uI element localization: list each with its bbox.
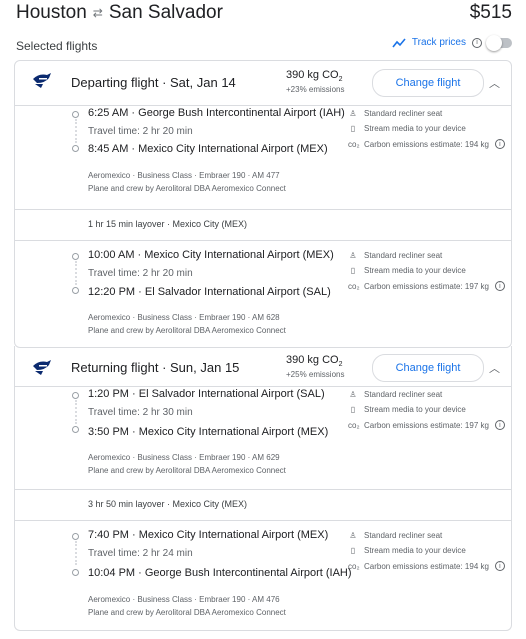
collapse-chevron-icon[interactable]: ︿ <box>489 360 500 376</box>
operator-info: Plane and crew by Aerolitoral DBA Aerome… <box>88 326 286 335</box>
amenity-emissions: co₂ Carbon emissions estimate: 197 kg i <box>348 420 505 430</box>
arrival-row: 8:45 AM · Mexico City International Airp… <box>88 143 328 155</box>
seat-icon: ♙ <box>349 251 357 260</box>
phone-icon: ▯ <box>350 124 356 133</box>
airline-info: Aeromexico · Business Class · Embraer 19… <box>88 171 280 180</box>
amenity-seat: ♙ Standard recliner seat <box>349 531 443 540</box>
airline-info: Aeromexico · Business Class · Embraer 19… <box>88 453 280 462</box>
layover-row: 1 hr 15 min layover · Mexico City (MEX) <box>15 209 511 241</box>
departing-header[interactable]: Departing flight · Sat, Jan 14 390 kg CO… <box>15 61 511 106</box>
seat-icon: ♙ <box>349 109 357 118</box>
trend-icon <box>392 37 406 47</box>
flight-segment: 10:00 AM · Mexico City International Air… <box>15 239 511 347</box>
amenity-emissions: co₂ Carbon emissions estimate: 194 kg i <box>348 139 505 149</box>
info-icon[interactable]: i <box>494 420 505 430</box>
arrival-dot <box>72 145 79 152</box>
seat-icon: ♙ <box>349 390 357 399</box>
flight-segment: 1:20 PM · El Salvador International Airp… <box>15 386 511 489</box>
travel-time: Travel time: 2 hr 24 min <box>88 548 193 559</box>
route-line <box>75 119 77 143</box>
change-returning-flight-button[interactable]: Change flight <box>372 354 484 382</box>
operator-info: Plane and crew by Aerolitoral DBA Aerome… <box>88 608 286 617</box>
departure-row: 6:25 AM · George Bush Intercontinental A… <box>88 107 345 119</box>
departure-dot <box>72 111 79 118</box>
total-price: $515 <box>469 2 512 23</box>
phone-icon: ▯ <box>350 546 356 555</box>
co2-icon: co₂ <box>348 561 360 571</box>
destination-city: San Salvador <box>108 2 223 23</box>
swap-arrows-icon: ⇄ <box>92 6 103 20</box>
phone-icon: ▯ <box>350 405 356 414</box>
amenity-media: ▯ Stream media to your device <box>348 546 466 555</box>
amenity-seat: ♙ Standard recliner seat <box>349 251 443 260</box>
arrival-row: 3:50 PM · Mexico City International Airp… <box>88 426 329 438</box>
info-icon[interactable]: i <box>494 281 505 291</box>
amenity-seat: ♙ Standard recliner seat <box>349 390 443 399</box>
amenity-emissions: co₂ Carbon emissions estimate: 197 kg i <box>348 281 505 291</box>
selected-flights-heading: Selected flights <box>16 39 98 53</box>
departing-flight-card: Departing flight · Sat, Jan 14 390 kg CO… <box>14 60 512 348</box>
airline-info: Aeromexico · Business Class · Embraer 19… <box>88 313 280 322</box>
departing-title: Departing flight · Sat, Jan 14 <box>71 75 236 90</box>
amenity-media: ▯ Stream media to your device <box>348 266 466 275</box>
returning-header[interactable]: Returning flight · Sun, Jan 15 390 kg CO… <box>15 346 511 387</box>
operator-info: Plane and crew by Aerolitoral DBA Aerome… <box>88 184 286 193</box>
operator-info: Plane and crew by Aerolitoral DBA Aerome… <box>88 466 286 475</box>
seat-icon: ♙ <box>349 531 357 540</box>
change-departing-flight-button[interactable]: Change flight <box>372 69 484 97</box>
travel-time: Travel time: 2 hr 30 min <box>88 407 193 418</box>
co2-icon: co₂ <box>348 281 360 291</box>
departure-dot <box>72 253 79 260</box>
flight-segment: 7:40 PM · Mexico City International Airp… <box>15 519 511 630</box>
amenity-emissions: co₂ Carbon emissions estimate: 194 kg i <box>348 561 505 571</box>
track-prices[interactable]: Track prices i <box>392 34 512 51</box>
departure-dot <box>72 392 79 399</box>
departure-row: 7:40 PM · Mexico City International Airp… <box>88 529 329 541</box>
travel-time: Travel time: 2 hr 20 min <box>88 268 193 279</box>
flight-segment: 6:25 AM · George Bush Intercontinental A… <box>15 105 511 209</box>
co2-icon: co₂ <box>348 139 360 149</box>
info-icon[interactable]: i <box>494 561 505 571</box>
returning-flight-card: Returning flight · Sun, Jan 15 390 kg CO… <box>14 346 512 631</box>
route-line <box>75 541 77 565</box>
route-title: Houston ⇄ San Salvador <box>16 2 223 24</box>
collapse-chevron-icon[interactable]: ︿ <box>489 75 500 91</box>
arrival-dot <box>72 287 79 294</box>
amenity-media: ▯ Stream media to your device <box>348 405 466 414</box>
layover-row: 3 hr 50 min layover · Mexico City (MEX) <box>15 489 511 521</box>
track-prices-label[interactable]: Track prices <box>412 37 466 48</box>
aeromexico-logo-icon <box>33 73 51 88</box>
route-line <box>75 261 77 285</box>
departure-row: 1:20 PM · El Salvador International Airp… <box>88 388 325 400</box>
phone-icon: ▯ <box>350 266 356 275</box>
travel-time: Travel time: 2 hr 20 min <box>88 126 193 137</box>
departure-row: 10:00 AM · Mexico City International Air… <box>88 249 334 261</box>
arrival-row: 10:04 PM · George Bush Intercontinental … <box>88 567 352 579</box>
arrival-dot <box>72 569 79 576</box>
route-line <box>75 400 77 424</box>
departing-emissions: 390 kg CO2 +23% emissions <box>286 69 345 95</box>
returning-title: Returning flight · Sun, Jan 15 <box>71 360 240 375</box>
co2-icon: co₂ <box>348 420 360 430</box>
amenity-media: ▯ Stream media to your device <box>348 124 466 133</box>
track-prices-toggle[interactable] <box>486 34 512 51</box>
departure-dot <box>72 533 79 540</box>
info-icon[interactable]: i <box>494 139 505 149</box>
amenity-seat: ♙ Standard recliner seat <box>349 109 443 118</box>
returning-emissions: 390 kg CO2 +25% emissions <box>286 354 345 380</box>
origin-city: Houston <box>16 2 87 23</box>
arrival-row: 12:20 PM · El Salvador International Air… <box>88 286 331 298</box>
airline-info: Aeromexico · Business Class · Embraer 19… <box>88 595 280 604</box>
arrival-dot <box>72 426 79 433</box>
info-icon[interactable]: i <box>472 37 482 48</box>
toggle-knob <box>486 34 502 51</box>
aeromexico-logo-icon <box>33 360 51 375</box>
